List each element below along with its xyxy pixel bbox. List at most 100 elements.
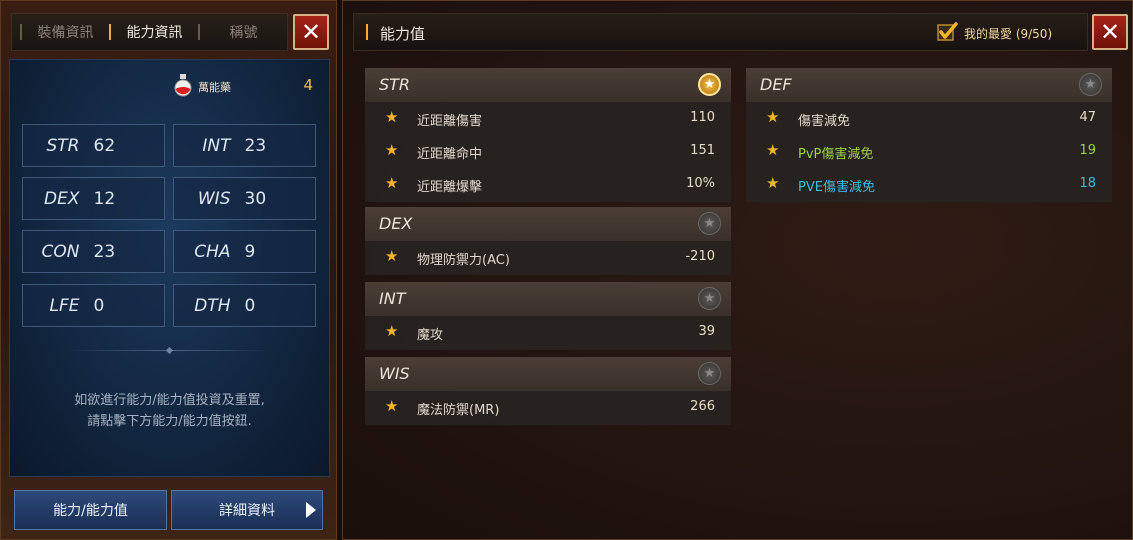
stat-row: ★ 物理防禦力(AC) -210 xyxy=(365,241,731,274)
star-icon: ★ xyxy=(385,174,399,192)
stat-box-dth[interactable]: DTH 0 xyxy=(173,284,316,327)
row-label: 傷害減免 xyxy=(798,114,851,129)
close-button[interactable]: ✕ xyxy=(293,14,329,50)
stat-box-int[interactable]: INT 23 xyxy=(173,124,316,167)
stat-row: ★ 近距離傷害 110 xyxy=(365,102,731,135)
stat-value: 62 xyxy=(93,135,116,156)
stat-value: 9 xyxy=(244,241,256,262)
detail-button-label: 詳細資料 xyxy=(219,503,275,519)
ability-values-panel: 能力值 我的最愛 (9/50) ✕ STR ★ ★ 近距離傷害 110 ★ 近距… xyxy=(342,0,1133,540)
row-value: 39 xyxy=(698,324,715,339)
stat-name: DEX xyxy=(44,188,80,209)
row-label: 魔法防禦(MR) xyxy=(417,403,500,418)
row-label: PVE傷害減免 xyxy=(798,180,875,195)
favorite-toggle[interactable]: ★ xyxy=(698,362,721,385)
section-header: DEX ★ xyxy=(365,207,731,241)
row-value: 19 xyxy=(1079,143,1096,158)
hint-line: 請點擊下方能力/能力值按鈕. xyxy=(87,414,252,429)
favorite-toggle[interactable]: ★ xyxy=(1079,73,1102,96)
stat-box-lfe[interactable]: LFE 0 xyxy=(22,284,165,327)
stat-row-pve: ★ PVE傷害減免 18 xyxy=(746,168,1112,201)
favorite-toggle[interactable]: ★ xyxy=(698,287,721,310)
tab-ability-info[interactable]: 能力資訊 xyxy=(111,22,198,42)
row-value: 266 xyxy=(690,399,715,414)
stat-value: 23 xyxy=(93,241,116,262)
detail-button[interactable]: 詳細資料 xyxy=(171,490,323,530)
section-wis: WIS ★ ★ 魔法防禦(MR) 266 xyxy=(365,357,731,425)
section-dex: DEX ★ ★ 物理防禦力(AC) -210 xyxy=(365,207,731,275)
star-icon: ★ xyxy=(766,108,780,126)
row-value: 110 xyxy=(690,110,715,125)
checkmark-icon[interactable] xyxy=(936,21,958,43)
star-icon: ★ xyxy=(385,108,399,126)
stat-name: DTH xyxy=(194,295,231,316)
favorite-toggle[interactable]: ★ xyxy=(698,212,721,235)
stat-box-wis[interactable]: WIS 30 xyxy=(173,177,316,220)
star-icon: ★ xyxy=(766,141,780,159)
stat-box-str[interactable]: STR 62 xyxy=(22,124,165,167)
stat-name: CON xyxy=(41,241,80,262)
star-icon: ★ xyxy=(703,216,716,231)
section-header: INT ★ xyxy=(365,282,731,316)
stat-name: INT xyxy=(202,135,231,156)
star-icon: ★ xyxy=(385,397,399,415)
hint-line: 如欲進行能力/能力值投資及重置, xyxy=(74,393,265,408)
tab-title[interactable]: 稱號 xyxy=(200,22,287,42)
stat-value: 30 xyxy=(244,188,267,209)
stat-row: ★ 魔攻 39 xyxy=(365,316,731,349)
star-icon: ★ xyxy=(385,322,399,340)
section-header: WIS ★ xyxy=(365,357,731,391)
row-value: 151 xyxy=(690,143,715,158)
ability-info-body: 萬能藥 4 STR 62 INT 23 DEX 12 WIS 30 CON 23 xyxy=(9,59,330,477)
section-header: STR ★ xyxy=(365,68,731,102)
stat-row-pvp: ★ PvP傷害減免 19 xyxy=(746,135,1112,168)
potion-icon xyxy=(174,74,192,97)
section-title: DEX xyxy=(379,214,413,233)
stat-row: ★ 傷害減免 47 xyxy=(746,102,1112,135)
row-label: PvP傷害減免 xyxy=(798,147,874,162)
star-icon: ★ xyxy=(766,174,780,192)
stat-row: ★ 近距離命中 151 xyxy=(365,135,731,168)
close-icon: ✕ xyxy=(300,18,322,46)
panel-header: 能力值 我的最愛 (9/50) xyxy=(353,13,1088,51)
section-title: STR xyxy=(379,75,411,94)
favorites-label: 我的最愛 (9/50) xyxy=(964,27,1053,41)
stat-value: 23 xyxy=(244,135,267,156)
star-icon: ★ xyxy=(703,77,716,92)
tab-equipment-info[interactable]: 裝備資訊 xyxy=(22,22,109,42)
row-value: 47 xyxy=(1079,110,1096,125)
row-label: 近距離命中 xyxy=(417,147,483,162)
potion-label: 萬能藥 xyxy=(198,81,231,94)
row-label: 近距離爆擊 xyxy=(417,180,483,195)
info-tabs: 裝備資訊 能力資訊 稱號 xyxy=(11,13,288,51)
close-button[interactable]: ✕ xyxy=(1092,14,1128,50)
row-value: 10% xyxy=(686,176,715,191)
stat-box-dex[interactable]: DEX 12 xyxy=(22,177,165,220)
stat-value: 0 xyxy=(244,295,256,316)
stat-name: STR xyxy=(46,135,80,156)
hint-text: 如欲進行能力/能力值投資及重置, 請點擊下方能力/能力值按鈕. xyxy=(10,390,329,432)
stat-row: ★ 魔法防禦(MR) 266 xyxy=(365,391,731,424)
ability-button[interactable]: 能力/能力值 xyxy=(14,490,167,530)
panel-title: 能力值 xyxy=(380,25,426,43)
potion-row: 萬能藥 4 xyxy=(10,68,329,100)
stat-name: WIS xyxy=(197,188,231,209)
section-title: DEF xyxy=(760,75,792,94)
close-icon: ✕ xyxy=(1099,18,1121,46)
section-header: DEF ★ xyxy=(746,68,1112,102)
star-icon: ★ xyxy=(385,141,399,159)
star-icon: ★ xyxy=(703,291,716,306)
divider-ornament xyxy=(165,346,174,355)
star-icon: ★ xyxy=(1084,77,1097,92)
play-arrow-icon xyxy=(306,502,316,518)
row-value: 18 xyxy=(1079,176,1096,191)
favorite-toggle[interactable]: ★ xyxy=(698,73,721,96)
section-title: INT xyxy=(379,289,406,308)
row-label: 魔攻 xyxy=(417,328,444,343)
stat-name: LFE xyxy=(49,295,80,316)
potion-count: 4 xyxy=(303,76,313,94)
row-label: 近距離傷害 xyxy=(417,114,483,129)
stat-box-con[interactable]: CON 23 xyxy=(22,230,165,273)
section-title: WIS xyxy=(379,364,410,383)
stat-box-cha[interactable]: CHA 9 xyxy=(173,230,316,273)
